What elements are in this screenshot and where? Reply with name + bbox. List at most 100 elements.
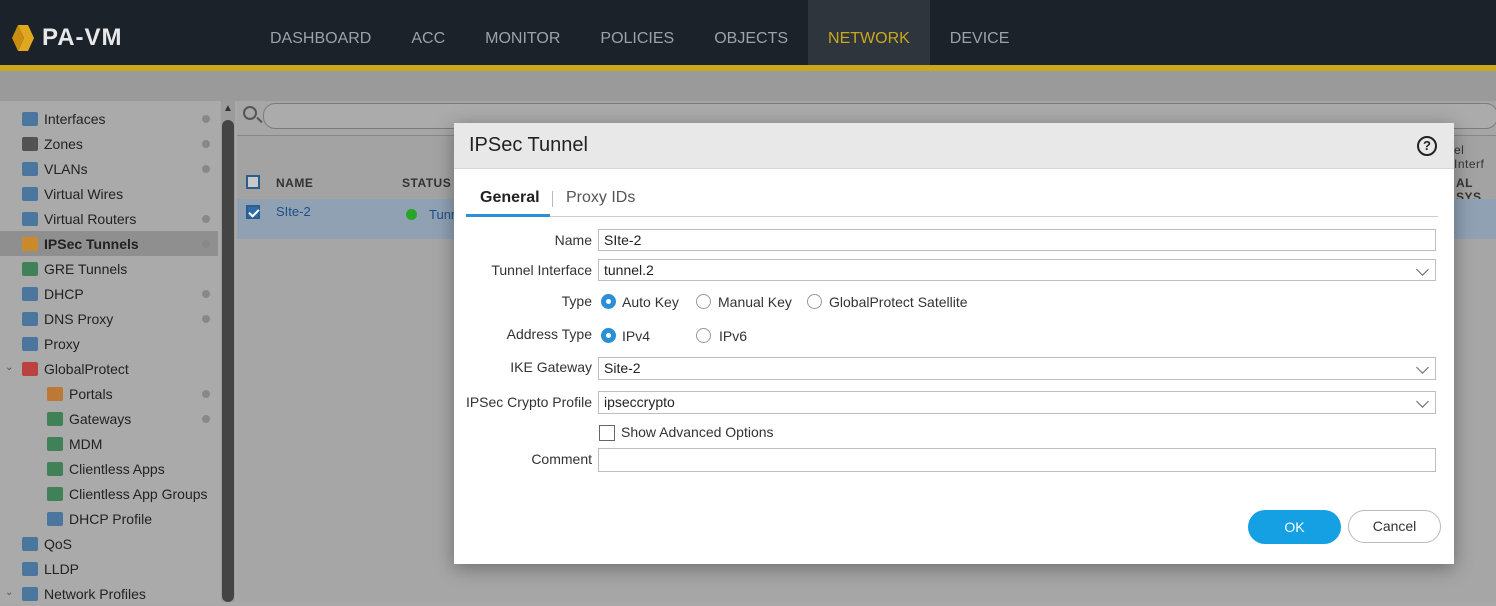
- select-all-checkbox[interactable]: [246, 175, 260, 189]
- status-dot-icon: [202, 390, 210, 398]
- app-logo[interactable]: PA-VM: [10, 22, 123, 54]
- sidebar-item-gre-tunnels[interactable]: GRE Tunnels: [0, 256, 218, 281]
- ike-gateway-value: Site-2: [604, 360, 641, 376]
- nav-objects[interactable]: OBJECTS: [694, 0, 808, 65]
- tab-general[interactable]: General: [480, 189, 540, 207]
- row-checkbox[interactable]: [246, 205, 260, 219]
- sidebar-item-dhcp[interactable]: DHCP: [0, 281, 218, 306]
- sidebar-item-icon: [22, 311, 38, 326]
- sidebar-item-icon: [47, 486, 63, 501]
- status-dot-icon: [202, 165, 210, 173]
- sidebar-item-vlans[interactable]: VLANs: [0, 156, 218, 181]
- sidebar-item-interfaces[interactable]: Interfaces: [0, 106, 218, 131]
- sidebar-item-ipsec-tunnels[interactable]: IPSec Tunnels: [0, 231, 218, 256]
- sidebar-item-label: DHCP Profile: [69, 510, 152, 527]
- column-header-tunnel-interface[interactable]: el Interf: [1454, 143, 1496, 171]
- type-auto-key-label[interactable]: Auto Key: [622, 294, 679, 310]
- sidebar-item-icon: [47, 461, 63, 476]
- sidebar-item-zones[interactable]: Zones: [0, 131, 218, 156]
- sidebar-item-icon: [22, 236, 38, 251]
- ok-button[interactable]: OK: [1248, 510, 1341, 544]
- sidebar-item-qos[interactable]: QoS: [0, 531, 218, 556]
- sidebar-item-dhcp-profile[interactable]: DHCP Profile: [0, 506, 218, 531]
- type-auto-key-radio[interactable]: [601, 294, 616, 309]
- sidebar-item-icon: [22, 536, 38, 551]
- cancel-button[interactable]: Cancel: [1348, 510, 1441, 543]
- column-header-name[interactable]: NAME: [276, 176, 313, 190]
- row-name-link[interactable]: SIte-2: [276, 204, 311, 219]
- nav-monitor[interactable]: MONITOR: [465, 0, 580, 65]
- chevron-down-icon[interactable]: [1416, 361, 1429, 374]
- scroll-up-arrow-icon[interactable]: ▲: [223, 103, 233, 114]
- chevron-down-icon[interactable]: [1416, 263, 1429, 276]
- sidebar-item-lldp[interactable]: LLDP: [0, 556, 218, 581]
- help-icon[interactable]: ?: [1417, 136, 1437, 156]
- show-advanced-options-checkbox[interactable]: [599, 425, 615, 441]
- sidebar-item-clientless-apps[interactable]: Clientless Apps: [0, 456, 218, 481]
- sidebar-item-label: DNS Proxy: [44, 310, 114, 327]
- nav-network[interactable]: NETWORK: [808, 0, 930, 65]
- status-dot-icon: [202, 240, 210, 248]
- sidebar-item-label: Network Profiles: [44, 585, 146, 602]
- address-ipv6-radio[interactable]: [696, 328, 711, 343]
- sidebar-item-proxy[interactable]: Proxy: [0, 331, 218, 356]
- sidebar-item-icon: [22, 136, 38, 151]
- sidebar-item-icon: [22, 361, 38, 376]
- type-manual-key-label[interactable]: Manual Key: [718, 294, 792, 310]
- chevron-down-icon[interactable]: [1416, 395, 1429, 408]
- sidebar-scrollbar-thumb[interactable]: [222, 120, 234, 602]
- sidebar-item-globalprotect[interactable]: ⌄ GlobalProtect: [0, 356, 218, 381]
- sidebar-item-label: QoS: [44, 535, 73, 552]
- nav-dashboard[interactable]: DASHBOARD: [250, 0, 391, 65]
- type-globalprotect-satellite-label[interactable]: GlobalProtect Satellite: [829, 294, 968, 310]
- sidebar-item-icon: [22, 161, 38, 176]
- status-dot-icon: [202, 140, 210, 148]
- comment-label: Comment: [531, 451, 592, 467]
- search-icon[interactable]: [243, 106, 257, 120]
- sidebar-item-label: Virtual Routers: [44, 210, 137, 227]
- nav-acc[interactable]: ACC: [391, 0, 465, 65]
- sidebar-item-label: GRE Tunnels: [44, 260, 128, 277]
- sidebar-item-dns-proxy[interactable]: DNS Proxy: [0, 306, 218, 331]
- ike-gateway-select[interactable]: Site-2: [598, 357, 1436, 380]
- type-label: Type: [561, 293, 592, 309]
- sidebar-item-virtual-wires[interactable]: Virtual Wires: [0, 181, 218, 206]
- sidebar-item-label: LLDP: [44, 560, 80, 577]
- name-label: Name: [554, 232, 592, 248]
- main-nav: DASHBOARD ACC MONITOR POLICIES OBJECTS N…: [250, 0, 1029, 65]
- address-ipv6-label[interactable]: IPv6: [719, 328, 747, 344]
- expand-caret-icon[interactable]: ⌄: [5, 362, 13, 373]
- type-globalprotect-satellite-radio[interactable]: [807, 294, 822, 309]
- ipsec-crypto-profile-label: IPSec Crypto Profile: [465, 394, 592, 410]
- name-input[interactable]: SIte-2: [598, 229, 1436, 251]
- sidebar-item-icon: [47, 511, 63, 526]
- sidebar-item-label: Clientless App Groups: [69, 485, 208, 502]
- nav-device[interactable]: DEVICE: [930, 0, 1030, 65]
- sub-header-strip: [0, 71, 1496, 101]
- status-dot-icon: [202, 290, 210, 298]
- address-ipv4-radio[interactable]: [601, 328, 616, 343]
- tunnel-interface-select[interactable]: tunnel.2: [598, 259, 1436, 281]
- dialog-header: IPSec Tunnel ?: [454, 123, 1454, 169]
- type-manual-key-radio[interactable]: [696, 294, 711, 309]
- sidebar-item-portals[interactable]: Portals: [0, 381, 218, 406]
- tab-proxy-ids[interactable]: Proxy IDs: [566, 189, 635, 207]
- address-ipv4-label[interactable]: IPv4: [622, 328, 650, 344]
- sidebar-item-mdm[interactable]: MDM: [0, 431, 218, 456]
- ipsec-crypto-profile-value: ipseccrypto: [604, 394, 675, 410]
- nav-policies[interactable]: POLICIES: [580, 0, 694, 65]
- show-advanced-options-label[interactable]: Show Advanced Options: [621, 424, 774, 440]
- sidebar-item-virtual-routers[interactable]: Virtual Routers: [0, 206, 218, 231]
- ipsec-crypto-profile-select[interactable]: ipseccrypto: [598, 391, 1436, 414]
- status-dot-icon: [202, 315, 210, 323]
- expand-caret-icon[interactable]: ⌄: [5, 587, 13, 598]
- sidebar-item-network-profiles[interactable]: ⌄ Network Profiles: [0, 581, 218, 606]
- sidebar-item-icon: [22, 111, 38, 126]
- sidebar-item-gateways[interactable]: Gateways: [0, 406, 218, 431]
- sidebar-item-clientless-app-groups[interactable]: Clientless App Groups: [0, 481, 218, 506]
- sidebar-item-icon: [22, 586, 38, 601]
- sidebar-item-label: Proxy: [44, 335, 80, 352]
- comment-input[interactable]: [598, 448, 1436, 472]
- column-header-status[interactable]: STATUS: [402, 176, 451, 190]
- ike-gateway-label: IKE Gateway: [510, 359, 592, 375]
